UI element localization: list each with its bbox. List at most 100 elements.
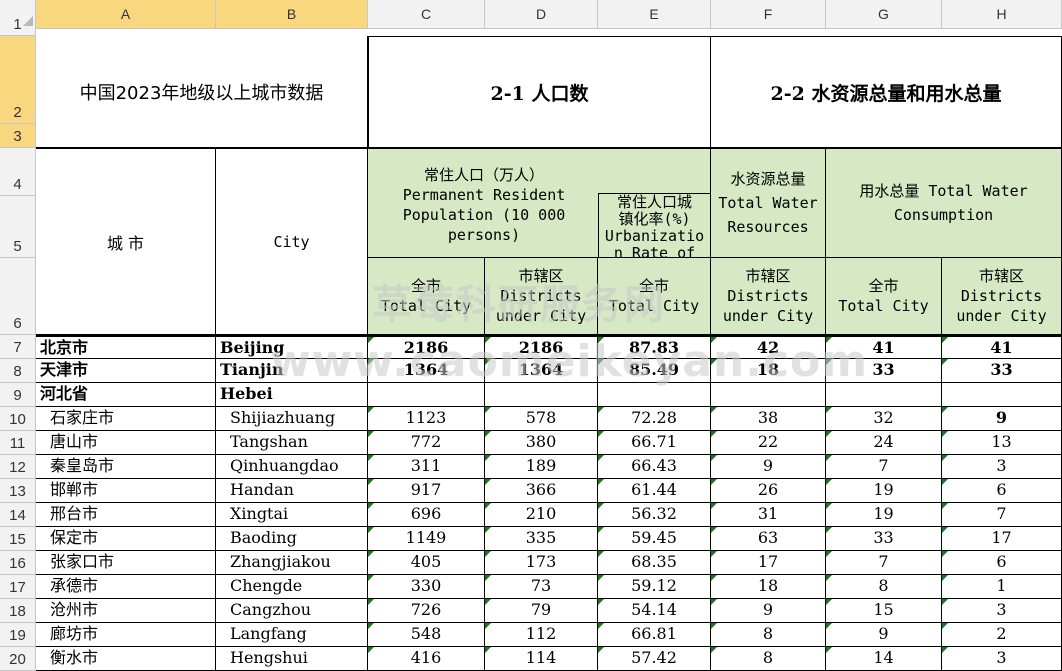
- cell-e19[interactable]: 66.81: [598, 623, 711, 647]
- city-name-en[interactable]: Langfang: [216, 623, 368, 647]
- city-name-en[interactable]: Chengde: [216, 575, 368, 599]
- cell-f9[interactable]: [711, 383, 826, 407]
- city-name-en[interactable]: Hebei: [216, 383, 368, 407]
- column-header-f[interactable]: F: [711, 0, 826, 28]
- cell-e14[interactable]: 56.32: [598, 503, 711, 527]
- cell-f11[interactable]: 22: [711, 431, 826, 455]
- subheader-d6[interactable]: 市辖区 Districts under City: [485, 258, 598, 335]
- row-header-10[interactable]: 10: [0, 407, 36, 431]
- cell-d20[interactable]: 114: [485, 647, 598, 671]
- cell-c20[interactable]: 416: [368, 647, 485, 671]
- header-water-resources[interactable]: 水资源总量 Total Water Resources: [711, 148, 826, 258]
- cell-c11[interactable]: 772: [368, 431, 485, 455]
- city-name-en[interactable]: Tangshan: [216, 431, 368, 455]
- city-name-en[interactable]: Baoding: [216, 527, 368, 551]
- subheader-g6[interactable]: 全市 Total City: [826, 258, 942, 335]
- cell-h17[interactable]: 1: [942, 575, 1062, 599]
- cell-f8[interactable]: 18: [711, 359, 826, 383]
- row-header-1[interactable]: 1: [0, 16, 36, 36]
- cell-f16[interactable]: 17: [711, 551, 826, 575]
- cell-c14[interactable]: 696: [368, 503, 485, 527]
- subheader-h6[interactable]: 市辖区 Districts under City: [942, 258, 1062, 335]
- row-header-20[interactable]: 20: [0, 647, 36, 671]
- cell-f20[interactable]: 8: [711, 647, 826, 671]
- cell-c12[interactable]: 311: [368, 455, 485, 479]
- cell-e13[interactable]: 61.44: [598, 479, 711, 503]
- city-name-cn[interactable]: 保定市: [36, 527, 216, 551]
- cell-d9[interactable]: [485, 383, 598, 407]
- cell-h14[interactable]: 7: [942, 503, 1062, 527]
- city-name-cn[interactable]: 秦皇岛市: [36, 455, 216, 479]
- column-header-b[interactable]: B: [216, 0, 368, 28]
- city-name-cn[interactable]: 河北省: [36, 383, 216, 407]
- section-population-header[interactable]: 2-1 人口数: [368, 36, 711, 148]
- city-name-en[interactable]: Hengshui: [216, 647, 368, 671]
- subheader-c6[interactable]: 全市 Total City: [368, 258, 485, 335]
- cell-d18[interactable]: 79: [485, 599, 598, 623]
- cell-e18[interactable]: 54.14: [598, 599, 711, 623]
- column-header-a[interactable]: A: [36, 0, 216, 28]
- cell-d7[interactable]: 2186: [485, 335, 598, 359]
- cell-f13[interactable]: 26: [711, 479, 826, 503]
- cell-c17[interactable]: 330: [368, 575, 485, 599]
- cell-h20[interactable]: 3: [942, 647, 1062, 671]
- cell-g12[interactable]: 7: [826, 455, 942, 479]
- city-name-en[interactable]: Zhangjiakou: [216, 551, 368, 575]
- cell-g7[interactable]: 41: [826, 335, 942, 359]
- cell-c19[interactable]: 548: [368, 623, 485, 647]
- header-urbanization-rate[interactable]: 常住人口城 镇化率(%) Urbanizatio n Rate of: [598, 193, 711, 258]
- city-name-en[interactable]: Qinhuangdao: [216, 455, 368, 479]
- row-header-3[interactable]: 3: [0, 124, 36, 148]
- row-header-12[interactable]: 12: [0, 455, 36, 479]
- cell-d10[interactable]: 578: [485, 407, 598, 431]
- subheader-e6[interactable]: 全市 Total City: [598, 258, 711, 335]
- row-header-19[interactable]: 19: [0, 623, 36, 647]
- row-header-7[interactable]: 7: [0, 335, 36, 359]
- cell-d14[interactable]: 210: [485, 503, 598, 527]
- cell-g20[interactable]: 14: [826, 647, 942, 671]
- cell-g8[interactable]: 33: [826, 359, 942, 383]
- cell-g11[interactable]: 24: [826, 431, 942, 455]
- column-header-h[interactable]: H: [942, 0, 1062, 28]
- cell-f18[interactable]: 9: [711, 599, 826, 623]
- cell-g18[interactable]: 15: [826, 599, 942, 623]
- cell-d15[interactable]: 335: [485, 527, 598, 551]
- city-name-en[interactable]: Xingtai: [216, 503, 368, 527]
- city-name-cn[interactable]: 廊坊市: [36, 623, 216, 647]
- cell-f7[interactable]: 42: [711, 335, 826, 359]
- city-name-en[interactable]: Beijing: [216, 335, 368, 359]
- cell-e8[interactable]: 85.49: [598, 359, 711, 383]
- section-water-header[interactable]: 2-2 水资源总量和用水总量: [711, 36, 1062, 148]
- row-header-8[interactable]: 8: [0, 359, 36, 383]
- cell-d13[interactable]: 366: [485, 479, 598, 503]
- cell-g10[interactable]: 32: [826, 407, 942, 431]
- row-header-2[interactable]: 2: [0, 36, 36, 124]
- cell-d11[interactable]: 380: [485, 431, 598, 455]
- cell-g13[interactable]: 19: [826, 479, 942, 503]
- cell-e12[interactable]: 66.43: [598, 455, 711, 479]
- cell-d19[interactable]: 112: [485, 623, 598, 647]
- cell-c7[interactable]: 2186: [368, 335, 485, 359]
- cell-f19[interactable]: 8: [711, 623, 826, 647]
- city-name-cn[interactable]: 邯郸市: [36, 479, 216, 503]
- subheader-f6[interactable]: 市辖区 Districts under City: [711, 258, 826, 335]
- city-name-cn[interactable]: 沧州市: [36, 599, 216, 623]
- cell-h16[interactable]: 6: [942, 551, 1062, 575]
- cell-c9[interactable]: [368, 383, 485, 407]
- cell-e11[interactable]: 66.71: [598, 431, 711, 455]
- row-header-15[interactable]: 15: [0, 527, 36, 551]
- header-city-en[interactable]: City: [216, 148, 368, 335]
- cell-c15[interactable]: 1149: [368, 527, 485, 551]
- row-header-9[interactable]: 9: [0, 383, 36, 407]
- row-header-17[interactable]: 17: [0, 575, 36, 599]
- cell-d12[interactable]: 189: [485, 455, 598, 479]
- city-name-cn[interactable]: 邢台市: [36, 503, 216, 527]
- cell-d17[interactable]: 73: [485, 575, 598, 599]
- cell-c16[interactable]: 405: [368, 551, 485, 575]
- row-header-5[interactable]: 5: [0, 196, 36, 258]
- cell-e7[interactable]: 87.83: [598, 335, 711, 359]
- column-header-d[interactable]: D: [485, 0, 598, 28]
- city-name-cn[interactable]: 衡水市: [36, 647, 216, 671]
- city-name-cn[interactable]: 张家口市: [36, 551, 216, 575]
- city-name-cn[interactable]: 唐山市: [36, 431, 216, 455]
